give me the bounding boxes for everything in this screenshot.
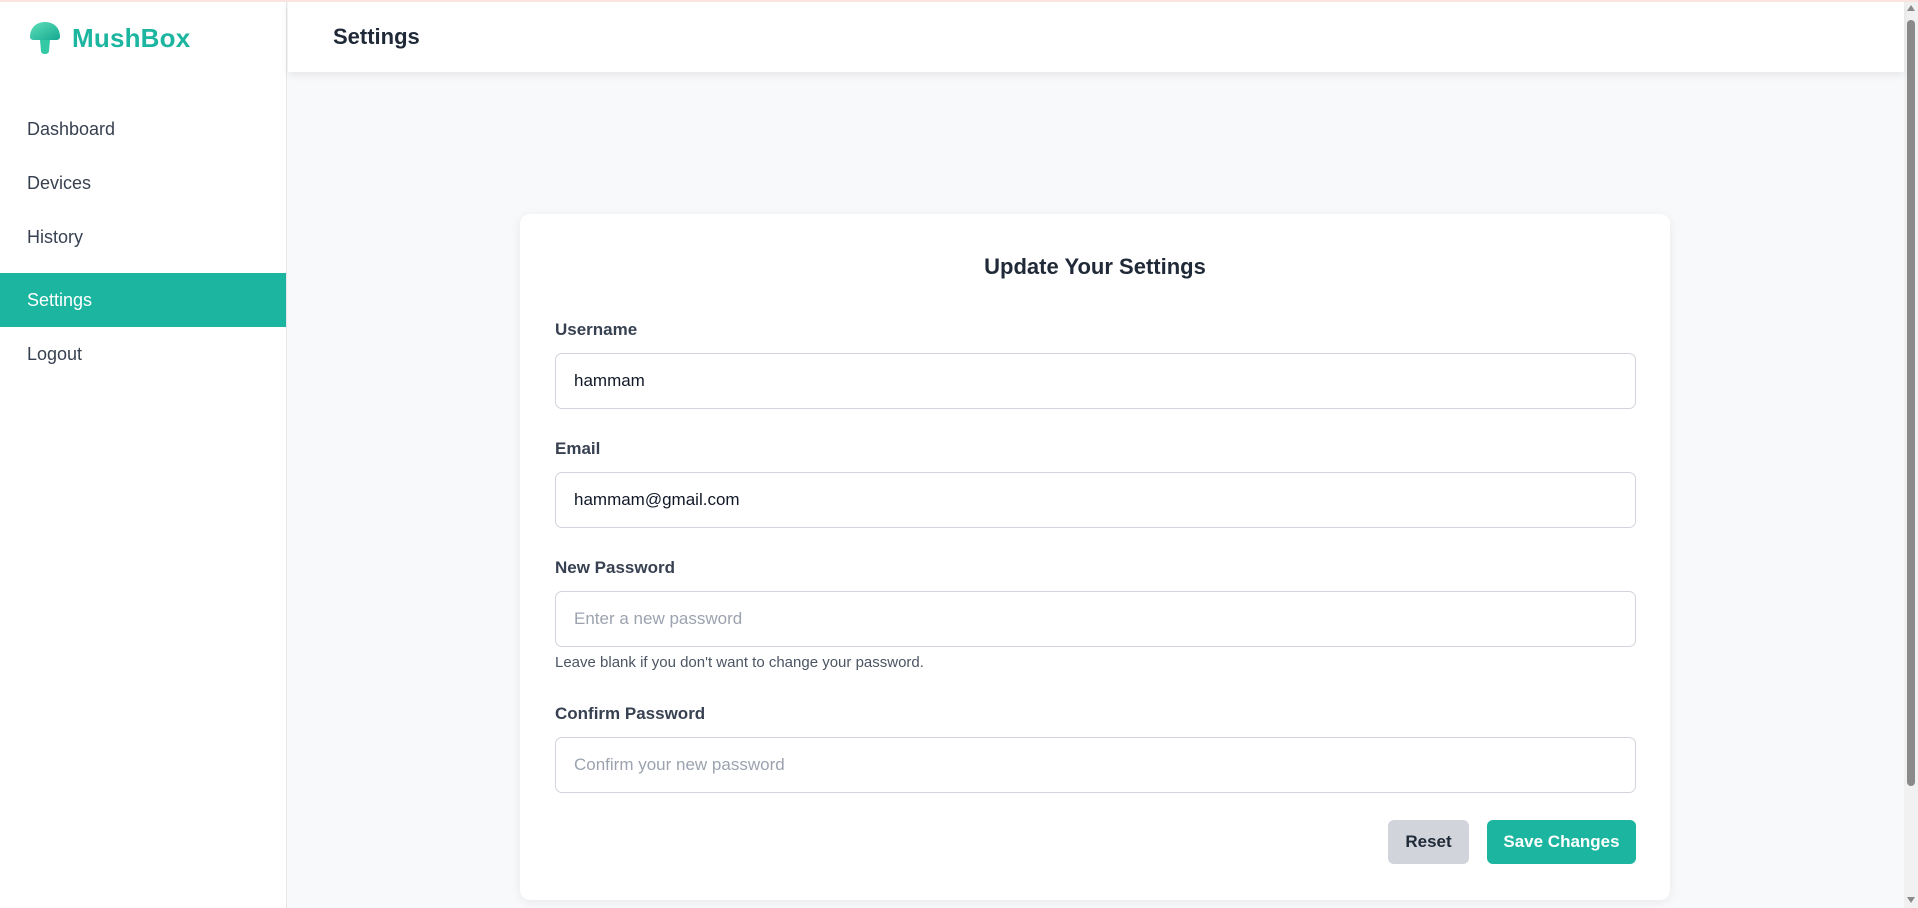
top-header: Settings (288, 2, 1904, 72)
page-title: Settings (333, 24, 420, 49)
sidebar-item-dashboard[interactable]: Dashboard (0, 102, 286, 156)
scroll-thumb[interactable] (1907, 20, 1915, 786)
scroll-up-arrow-icon[interactable] (1907, 5, 1915, 11)
brand-name: MushBox (72, 22, 191, 53)
email-label: Email (555, 439, 601, 458)
confirm-password-label: Confirm Password (555, 704, 706, 723)
sidebar: MushBox Dashboard Devices History Settin… (0, 0, 287, 908)
sidebar-item-logout[interactable]: Logout (0, 327, 286, 381)
app-root: MushBox Dashboard Devices History Settin… (0, 0, 1918, 908)
sidebar-nav: Dashboard Devices History Settings Logou… (0, 102, 286, 381)
new-password-input[interactable] (555, 591, 1636, 647)
sidebar-item-history[interactable]: History (0, 210, 286, 264)
top-accent-line (0, 0, 1918, 2)
new-password-label: New Password (555, 558, 675, 577)
brand[interactable]: MushBox (28, 20, 190, 56)
sidebar-item-settings[interactable]: Settings (0, 273, 286, 327)
mushroom-icon (30, 22, 60, 54)
new-password-help-text: Leave blank if you don't want to change … (555, 654, 924, 671)
page-scrollbar[interactable] (1904, 0, 1918, 908)
username-label: Username (555, 320, 638, 339)
confirm-password-input[interactable] (555, 737, 1636, 793)
settings-card: Update Your Settings Username Email New … (520, 214, 1670, 900)
reset-button[interactable]: Reset (1388, 820, 1469, 864)
save-changes-button[interactable]: Save Changes (1487, 820, 1636, 864)
settings-form-title: Update Your Settings (984, 254, 1206, 279)
scroll-down-arrow-icon[interactable] (1907, 897, 1915, 903)
email-input[interactable] (555, 472, 1636, 528)
sidebar-item-devices[interactable]: Devices (0, 156, 286, 210)
username-input[interactable] (555, 353, 1636, 409)
